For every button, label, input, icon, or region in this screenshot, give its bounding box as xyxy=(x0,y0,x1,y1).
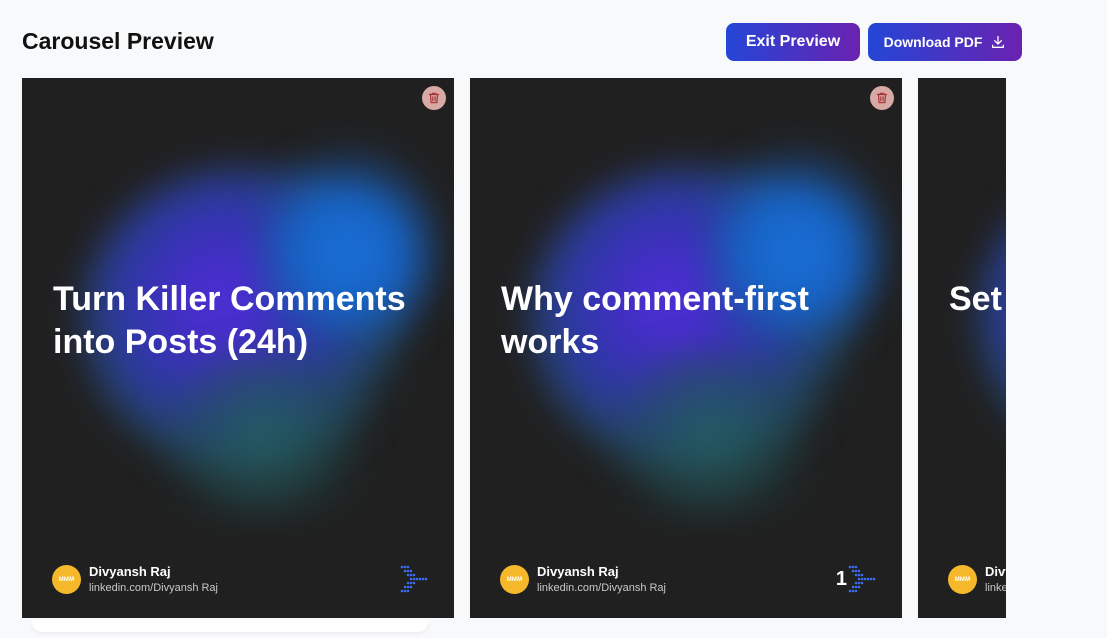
arrow-dot xyxy=(848,565,852,569)
arrow-dot xyxy=(860,577,864,581)
arrow-dot xyxy=(406,585,410,589)
arrow-dot xyxy=(854,589,858,593)
arrow-dot xyxy=(406,565,410,569)
arrow-dot xyxy=(851,569,855,573)
trash-icon xyxy=(428,92,440,104)
arrow-dot xyxy=(872,577,876,581)
carousel-slide[interactable]: Turn Killer Comments into Posts (24h) MM… xyxy=(22,78,454,618)
download-pdf-label: Download PDF xyxy=(883,34,983,50)
preview-header: Carousel Preview Exit Preview Download P… xyxy=(22,22,1022,62)
arrow-dot xyxy=(857,569,861,573)
slide-footer: MMM Divyansh Raj linkedin.com/Divyansh R… xyxy=(948,564,1006,596)
exit-preview-label: Exit Preview xyxy=(745,33,841,50)
author-link: linkedin.com/Divyansh Raj xyxy=(537,582,666,594)
gradient-blob xyxy=(142,348,382,518)
arrow-dot xyxy=(851,565,855,569)
author-name: Divyansh Raj xyxy=(985,564,1006,579)
arrow-dot xyxy=(400,565,404,569)
arrow-dot xyxy=(854,569,858,573)
delete-slide-button[interactable] xyxy=(870,86,894,110)
avatar: MMM xyxy=(948,565,977,594)
arrow-dot xyxy=(854,565,858,569)
slide-heading: Turn Killer Comments into Posts (24h) xyxy=(53,280,406,361)
arrow-dot xyxy=(857,585,861,589)
avatar: MMM xyxy=(500,565,529,594)
avatar-text: MMM xyxy=(954,576,971,583)
dotted-arrow-icon xyxy=(400,565,428,593)
arrow-dot xyxy=(412,577,416,581)
arrow-dot xyxy=(857,577,861,581)
arrow-dot xyxy=(409,573,413,577)
arrow-dot xyxy=(866,577,870,581)
arrow-dot xyxy=(403,565,407,569)
arrow-dot xyxy=(415,577,419,581)
arrow-dot xyxy=(412,581,416,585)
arrow-dot xyxy=(860,581,864,585)
arrow-dot xyxy=(848,589,852,593)
avatar: MMM xyxy=(52,565,81,594)
trash-icon xyxy=(876,92,888,104)
author-link: linkedin.com/Divyansh Raj xyxy=(985,582,1006,594)
arrow-dot xyxy=(863,577,867,581)
arrow-dot xyxy=(406,569,410,573)
download-pdf-button[interactable]: Download PDF xyxy=(868,23,1022,61)
arrow-dot xyxy=(851,585,855,589)
author-link: linkedin.com/Divyansh Raj xyxy=(89,582,218,594)
arrow-dot xyxy=(857,573,861,577)
exit-preview-button[interactable]: Exit Preview xyxy=(726,23,860,61)
slide-footer: MMM Divyansh Raj linkedin.com/Divyansh R… xyxy=(52,564,432,596)
carousel-slide[interactable]: Set trig MMM Divyansh Raj linkedin.com/D… xyxy=(918,78,1006,618)
arrow-dot xyxy=(424,577,428,581)
arrow-dot xyxy=(854,585,858,589)
arrow-dot xyxy=(854,581,858,585)
arrow-dot xyxy=(409,581,413,585)
arrow-dot xyxy=(854,573,858,577)
gradient-blob xyxy=(590,348,830,518)
arrow-dot xyxy=(406,573,410,577)
arrow-dot xyxy=(406,589,410,593)
arrow-dot xyxy=(409,577,413,581)
dotted-arrow-icon xyxy=(848,565,876,593)
slide-heading: Set trig xyxy=(949,280,1006,318)
carousel-slide[interactable]: Why comment-first works MMM Divyansh Raj… xyxy=(470,78,902,618)
arrow-dot xyxy=(409,585,413,589)
arrow-dot xyxy=(403,589,407,593)
arrow-dot xyxy=(409,569,413,573)
avatar-text: MMM xyxy=(506,576,523,583)
carousel-strip[interactable]: Turn Killer Comments into Posts (24h) MM… xyxy=(22,78,1006,618)
scrollbar-track[interactable] xyxy=(32,620,428,632)
page-number: 1 xyxy=(835,568,847,590)
author-name: Divyansh Raj xyxy=(537,564,619,579)
arrow-dot xyxy=(403,569,407,573)
arrow-dot xyxy=(421,577,425,581)
avatar-text: MMM xyxy=(58,576,75,583)
arrow-dot xyxy=(869,577,873,581)
download-icon xyxy=(992,36,1005,48)
slide-footer: MMM Divyansh Raj linkedin.com/Divyansh R… xyxy=(500,564,880,596)
arrow-dot xyxy=(418,577,422,581)
arrow-dot xyxy=(851,589,855,593)
delete-slide-button[interactable] xyxy=(422,86,446,110)
author-name: Divyansh Raj xyxy=(89,564,171,579)
arrow-dot xyxy=(403,585,407,589)
arrow-dot xyxy=(406,581,410,585)
page-title: Carousel Preview xyxy=(22,28,214,54)
arrow-dot xyxy=(857,581,861,585)
arrow-dot xyxy=(860,573,864,577)
arrow-dot xyxy=(400,589,404,593)
arrow-dot xyxy=(412,573,416,577)
slide-heading: Why comment-first works xyxy=(501,280,809,361)
